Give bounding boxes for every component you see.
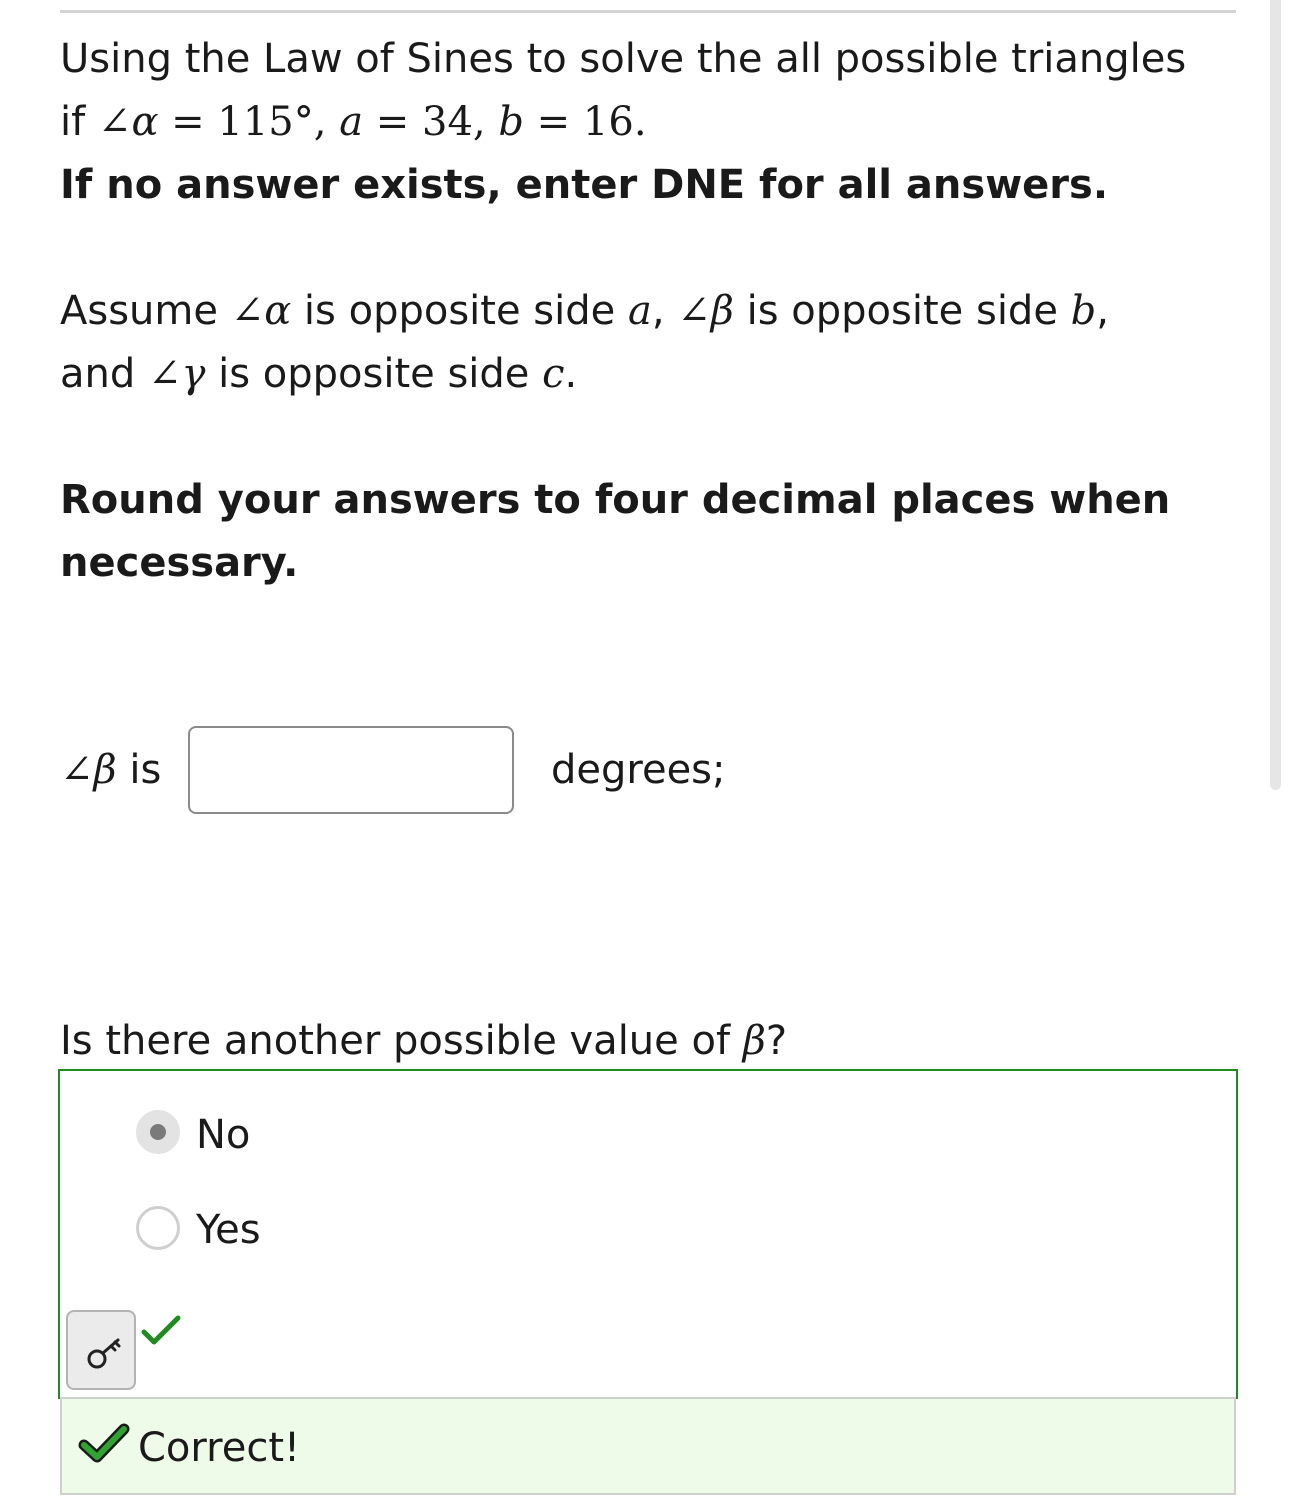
degrees-unit: degrees; [551, 745, 726, 795]
alpha-symbol: α [264, 288, 292, 334]
top-divider [60, 10, 1236, 13]
option-no-text: No [196, 1112, 251, 1158]
gamma-symbol: γ [181, 351, 206, 397]
radio-yes[interactable] [136, 1206, 180, 1250]
equals-sign: = [363, 99, 423, 145]
degrees-text: degrees; [551, 747, 726, 793]
rounding-line-2: necessary. [60, 532, 298, 595]
period: . [564, 351, 578, 397]
scrollbar[interactable] [1270, 0, 1281, 790]
opposite-text: is opposite side [205, 351, 543, 397]
question-line-2: if ∠α = 115°, a = 34, b = 16. [60, 91, 647, 154]
show-answer-button[interactable] [66, 1310, 136, 1390]
another-value-text: Is there another possible value of [60, 1018, 743, 1064]
beta-label: ∠β is [60, 745, 161, 795]
alpha-value: 115° [217, 99, 314, 145]
if-text: if [60, 99, 98, 145]
alpha-symbol: α [131, 99, 159, 145]
opposite-text: is opposite side [733, 288, 1071, 334]
question-line-1: Using the Law of Sines to solve the all … [60, 28, 1186, 91]
option-yes-text: Yes [196, 1207, 261, 1253]
checkmark-icon [141, 1315, 181, 1345]
dne-instruction: If no answer exists, enter DNE for all a… [60, 154, 1108, 217]
side-b-value: 16. [582, 99, 647, 145]
comma: , [472, 99, 499, 145]
comma: , [651, 288, 678, 334]
comma: , [1096, 288, 1109, 334]
and-text: and [60, 351, 148, 397]
radio-no[interactable] [136, 1110, 180, 1154]
equals-sign: = [523, 99, 583, 145]
assume-text: Assume [60, 288, 231, 334]
checkmark-icon [78, 1423, 130, 1463]
another-value-prompt: Is there another possible value of β? [60, 1016, 787, 1066]
beta-symbol: β [93, 747, 117, 793]
feedback-message: Correct! [138, 1423, 300, 1473]
assumption-line-1: Assume ∠α is opposite side a, ∠β is oppo… [60, 280, 1109, 343]
question-text: Using the Law of Sines to solve the all … [60, 36, 1187, 82]
angle-symbol: ∠ [60, 747, 94, 793]
radio-yes-label[interactable]: Yes [196, 1205, 261, 1255]
angle-symbol: ∠ [677, 288, 711, 334]
beta-symbol: β [742, 1018, 766, 1064]
side-b-symbol: b [498, 99, 524, 145]
assumption-line-2: and ∠γ is opposite side c. [60, 343, 577, 406]
side-a-symbol: a [339, 99, 364, 145]
key-icon [87, 1338, 121, 1369]
dne-instruction-text: If no answer exists, enter DNE for all a… [60, 162, 1109, 208]
beta-answer-input[interactable] [188, 726, 514, 814]
radio-dot [150, 1124, 166, 1140]
beta-symbol: β [710, 288, 734, 334]
comma: , [313, 99, 340, 145]
rounding-line-1: Round your answers to four decimal place… [60, 469, 1170, 532]
equals-sign: = [158, 99, 218, 145]
radio-no-label[interactable]: No [196, 1110, 250, 1160]
angle-symbol: ∠ [230, 288, 265, 334]
angle-symbol: ∠ [97, 99, 132, 145]
rounding-text: Round your answers to four decimal place… [60, 477, 1171, 523]
opposite-text: is opposite side [291, 288, 628, 334]
angle-symbol: ∠ [147, 351, 182, 397]
side-a-symbol: a [627, 288, 652, 334]
question-mark: ? [765, 1018, 788, 1064]
side-b-symbol: b [1070, 288, 1097, 334]
feedback-banner: Correct! [60, 1397, 1236, 1495]
rounding-text-end: necessary. [60, 540, 299, 586]
side-a-value: 34 [422, 99, 473, 145]
correct-text: Correct! [138, 1425, 301, 1471]
side-c-symbol: c [542, 351, 565, 397]
is-text: is [116, 747, 162, 793]
